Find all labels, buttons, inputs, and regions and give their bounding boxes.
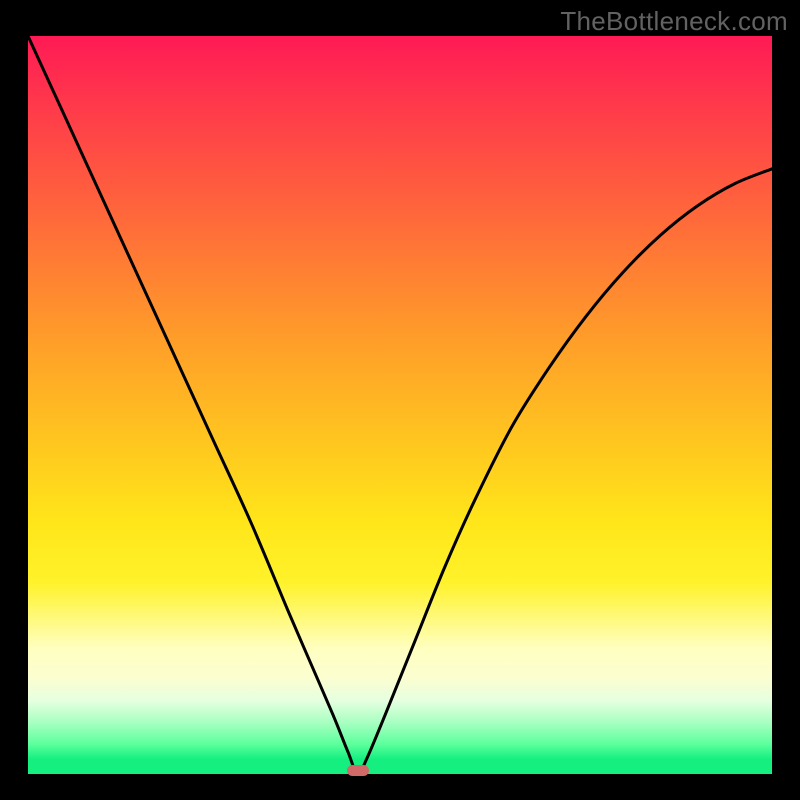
plot-area xyxy=(28,36,772,774)
bottleneck-curve xyxy=(28,36,772,774)
chart-frame: TheBottleneck.com xyxy=(0,0,800,800)
minimum-marker xyxy=(347,765,369,776)
watermark-text: TheBottleneck.com xyxy=(560,6,788,37)
